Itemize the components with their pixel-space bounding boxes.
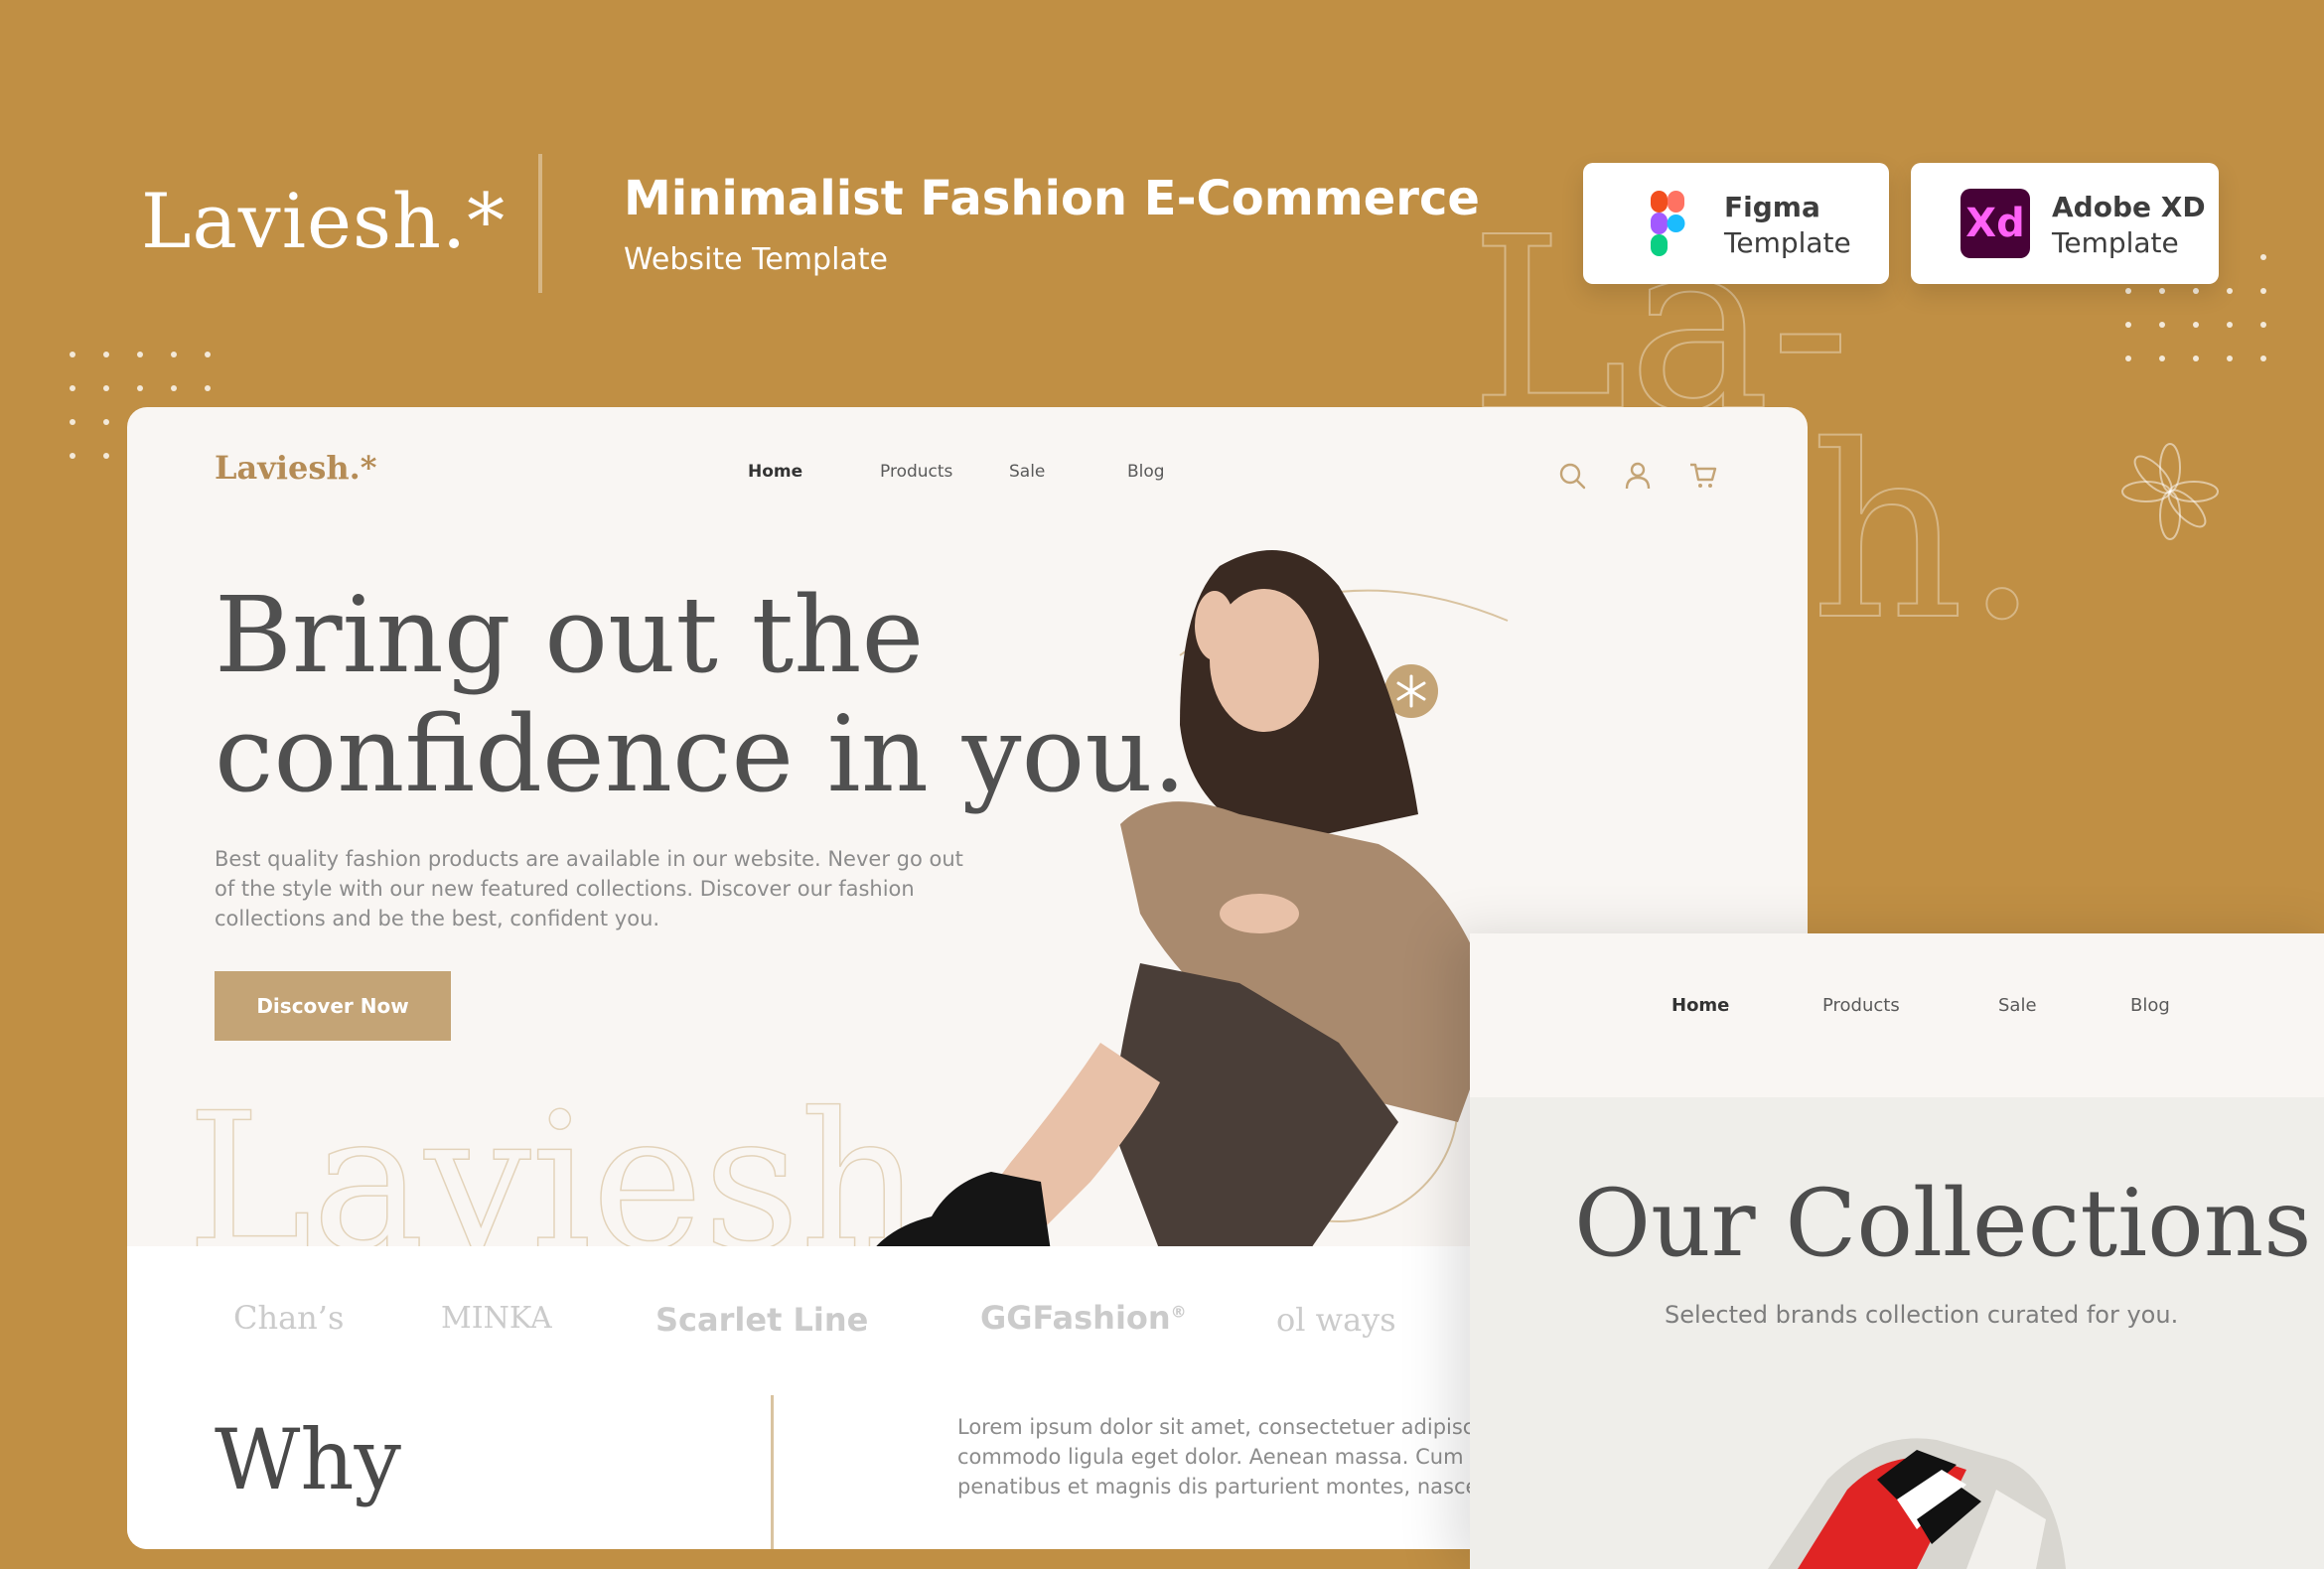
site-logo[interactable]: Laviesh.* [215, 449, 377, 487]
nav-products[interactable]: Products [880, 462, 952, 482]
boot [872, 1172, 1051, 1251]
sneaker-image [1768, 1438, 2066, 1569]
why-heading: Why [215, 1411, 401, 1508]
figma-logo-icon [1651, 191, 1685, 256]
nav-blog[interactable]: Blog [1127, 462, 1165, 482]
collections-nav: Home Products Sale Blog [1470, 933, 2324, 1097]
brand-logo-ggfashion-text: GGFashion [980, 1299, 1171, 1337]
badge-figma-name: Figma [1724, 191, 1820, 223]
brand-logo-minka[interactable]: MINKA [441, 1301, 552, 1336]
hero-description: Best quality fashion products are availa… [215, 847, 963, 930]
adobe-xd-template-badge[interactable]: Xd Adobe XD Template [1911, 163, 2219, 284]
figma-template-badge[interactable]: Figma Template [1583, 163, 1889, 284]
nav2-sale[interactable]: Sale [1998, 995, 2037, 1016]
nav2-home[interactable]: Home [1671, 995, 1729, 1016]
brand-logo-always[interactable]: ol ways [1276, 1301, 1396, 1339]
brand-logo-chans[interactable]: Chan’s [233, 1299, 344, 1337]
badge-xd-sub: Template [2052, 226, 2179, 259]
promo-subtitle: Website Template [624, 242, 889, 277]
promo-brand-logo: Laviesh.* [141, 177, 507, 265]
promo-title: Minimalist Fashion E-Commerce [624, 171, 1480, 226]
header-divider [538, 154, 542, 293]
nav2-products[interactable]: Products [1822, 995, 1900, 1016]
adobe-xd-logo-icon: Xd [1961, 189, 2030, 258]
badge-figma-sub: Template [1724, 226, 1851, 259]
nav-home[interactable]: Home [748, 462, 802, 482]
brand-logo-scarlet-line[interactable]: Scarlet Line [655, 1301, 868, 1339]
nav-sale[interactable]: Sale [1009, 462, 1045, 482]
badge-xd-name: Adobe XD [2052, 191, 2206, 223]
nav2-blog[interactable]: Blog [2130, 995, 2170, 1016]
discover-now-button[interactable]: Discover Now [215, 971, 451, 1041]
collections-title: Our Collections [1574, 1170, 2312, 1278]
brand-logo-ggfashion[interactable]: GGFashion® [980, 1299, 1187, 1337]
asterisk-flower-icon [2121, 443, 2219, 540]
why-divider [771, 1395, 774, 1549]
registered-mark: ® [1170, 1302, 1187, 1322]
collections-subtitle: Selected brands collection curated for y… [1665, 1301, 2179, 1329]
collections-mockup: Home Products Sale Blog Our Collections … [1470, 933, 2324, 1569]
hero-watermark-text: Laviesh [187, 1072, 922, 1251]
